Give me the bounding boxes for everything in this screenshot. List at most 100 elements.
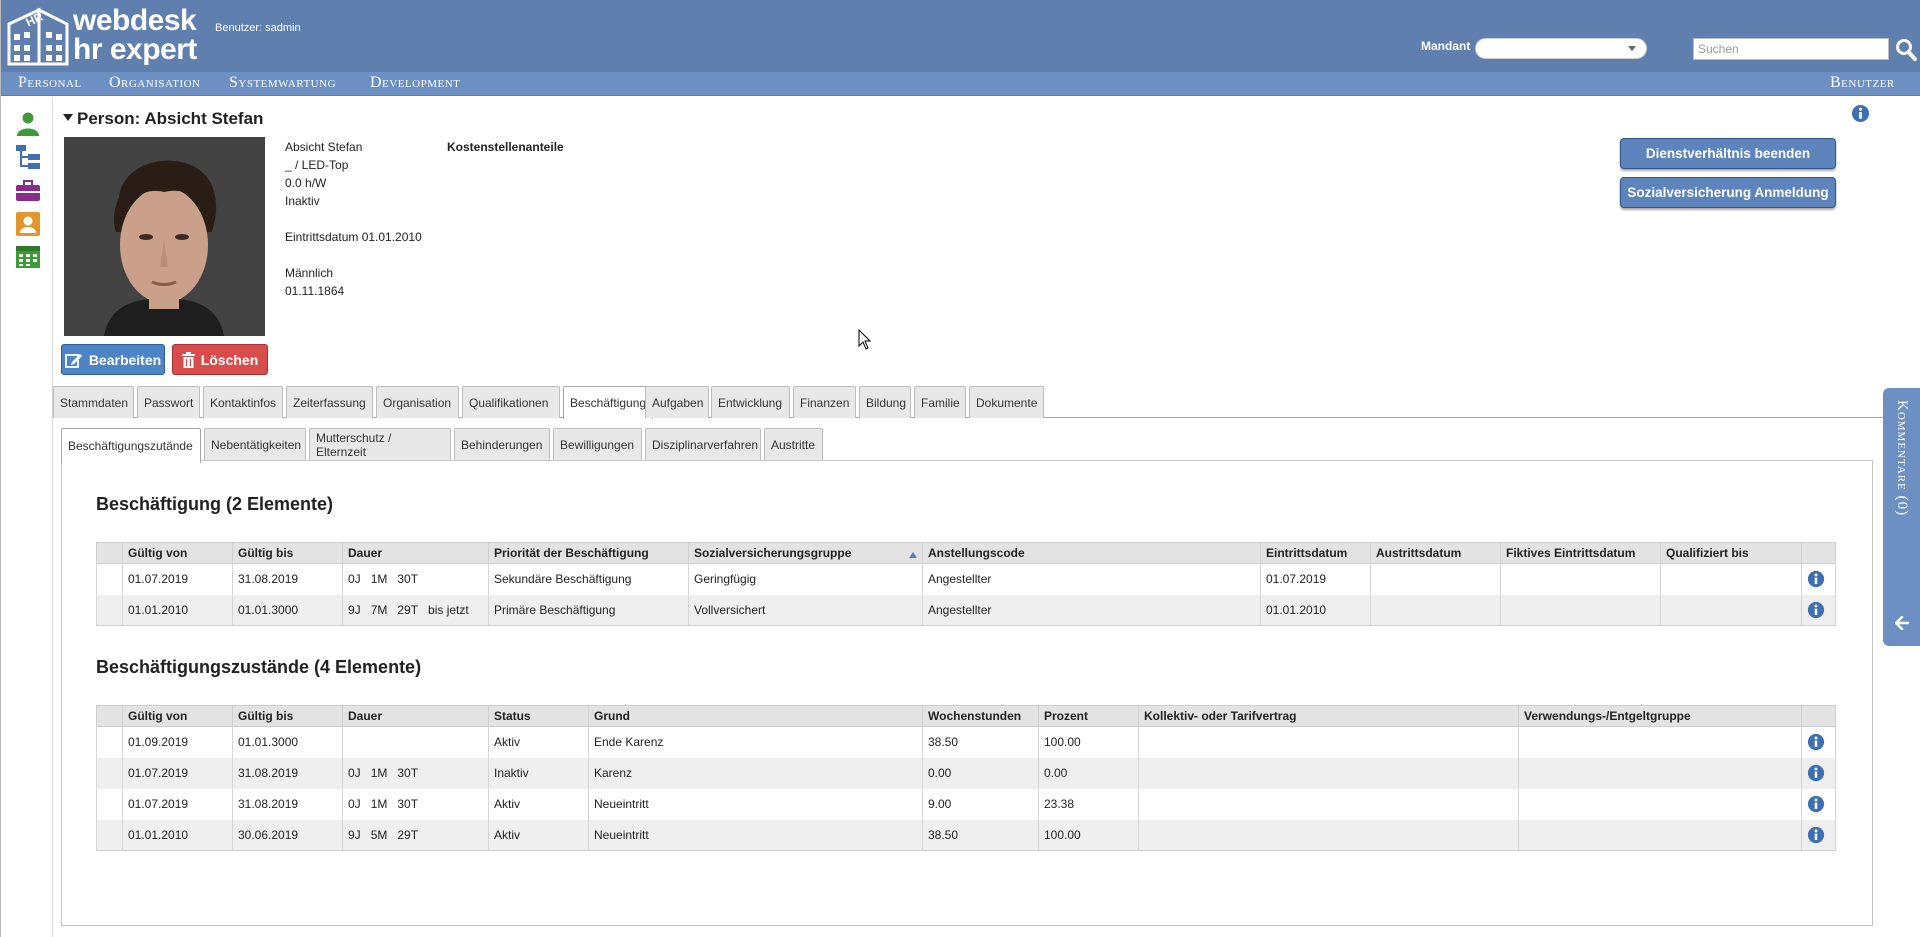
column-header[interactable]: Gültig bis bbox=[232, 705, 343, 727]
tab-passwort[interactable]: Passwort bbox=[137, 386, 200, 418]
column-header[interactable]: Anstellungscode bbox=[922, 542, 1261, 564]
nav-item-development[interactable]: Development bbox=[370, 74, 460, 92]
tab-stammdaten[interactable]: Stammdaten bbox=[53, 386, 134, 418]
employment-table: Gültig von Gültig bis Dauer Priorität de… bbox=[96, 542, 1836, 626]
page-title[interactable]: Person: Absicht Stefan bbox=[63, 109, 263, 129]
tab-organisation[interactable]: Organisation bbox=[376, 386, 459, 418]
tab-zeiterfassung[interactable]: Zeiterfassung bbox=[286, 386, 373, 418]
tab-familie[interactable]: Familie bbox=[914, 386, 966, 418]
column-header[interactable]: Priorität der Beschäftigung bbox=[488, 542, 689, 564]
subtab-disziplinarverfahren[interactable]: Disziplinarverfahren bbox=[645, 428, 761, 460]
column-header[interactable]: Gültig von bbox=[122, 705, 233, 727]
cell bbox=[1138, 757, 1519, 789]
brand-name[interactable]: webdesk hr expert bbox=[73, 6, 197, 65]
column-header-sorted[interactable]: Sozialversicherungsgruppe bbox=[688, 542, 923, 564]
column-header[interactable]: Wochenstunden bbox=[922, 705, 1039, 727]
social-insurance-button[interactable]: Sozialversicherung Anmeldung bbox=[1620, 177, 1836, 208]
column-header[interactable]: Gültig von bbox=[122, 542, 233, 564]
edit-button[interactable]: Bearbeiten bbox=[61, 344, 165, 375]
table-row[interactable]: 01.07.2019 31.08.2019 0J 1M 30T Sekundäre … bbox=[96, 563, 1836, 595]
table-header-row: Gültig von Gültig bis Dauer Status Grund… bbox=[96, 705, 1836, 727]
subtab-beschaeftigungszustaende[interactable]: Beschäftigungszutände bbox=[61, 428, 201, 463]
row-select-cell[interactable] bbox=[96, 819, 123, 851]
tab-qualifikationen[interactable]: Qualifikationen bbox=[462, 386, 560, 418]
mandant-select[interactable] bbox=[1475, 38, 1647, 59]
table-row[interactable]: 01.01.2010 30.06.2019 9J 5M 29T Aktiv Neue… bbox=[96, 819, 1836, 851]
table-row[interactable]: 01.07.2019 31.08.2019 0J 1M 30T Inaktiv Ka… bbox=[96, 757, 1836, 789]
info-icon[interactable] bbox=[1807, 570, 1825, 588]
subtab-bewilligungen[interactable]: Bewilligungen bbox=[553, 428, 642, 460]
duration-years: 0J bbox=[348, 766, 361, 780]
end-employment-button[interactable]: Dienstverhältnis beenden bbox=[1620, 138, 1836, 169]
column-header[interactable]: Dauer bbox=[342, 705, 489, 727]
tab-kontaktinfos[interactable]: Kontaktinfos bbox=[203, 386, 283, 418]
tab-aufgaben[interactable]: Aufgaben bbox=[645, 386, 709, 418]
cell bbox=[1518, 726, 1802, 758]
nav-item-organisation[interactable]: Organisation bbox=[109, 74, 201, 92]
row-action-cell bbox=[1801, 819, 1836, 851]
column-header[interactable]: Grund bbox=[588, 705, 923, 727]
table-row[interactable]: 01.09.2019 01.01.3000 Aktiv Ende Karenz … bbox=[96, 726, 1836, 758]
info-icon[interactable] bbox=[1807, 733, 1825, 751]
tab-entwicklung[interactable]: Entwicklung bbox=[711, 386, 790, 418]
cell: Neueintritt bbox=[588, 788, 923, 820]
subtab-nebentaetigkeiten[interactable]: Nebentätigkeiten bbox=[204, 428, 306, 460]
search-input[interactable] bbox=[1693, 38, 1889, 60]
column-header[interactable]: Status bbox=[488, 705, 589, 727]
person-position: _ / LED-Top bbox=[285, 158, 349, 172]
search-icon[interactable] bbox=[1895, 37, 1917, 61]
column-header[interactable]: Fiktives Eintrittsdatum bbox=[1500, 542, 1661, 564]
table-row[interactable]: 01.07.2019 31.08.2019 0J 1M 30T Aktiv Neue… bbox=[96, 788, 1836, 820]
subtab-austritte[interactable]: Austritte bbox=[764, 428, 823, 460]
row-select-cell[interactable] bbox=[96, 788, 123, 820]
comments-label: Kommentare (0) bbox=[1894, 400, 1910, 517]
comments-panel-toggle[interactable]: Kommentare (0) bbox=[1883, 388, 1920, 646]
nav-item-systemwartung[interactable]: Systemwartung bbox=[229, 74, 336, 92]
info-icon[interactable] bbox=[1807, 795, 1825, 813]
column-header[interactable]: Gültig bis bbox=[232, 542, 343, 564]
column-header[interactable]: Qualifiziert bis bbox=[1660, 542, 1802, 564]
delete-button[interactable]: Löschen bbox=[172, 344, 268, 375]
person-hours: 0.0 h/W bbox=[285, 176, 327, 190]
cell bbox=[1518, 819, 1802, 851]
person-icon[interactable] bbox=[15, 111, 41, 137]
select-column-header bbox=[96, 542, 123, 564]
row-select-cell[interactable] bbox=[96, 594, 123, 626]
nav-item-benutzer[interactable]: Benutzer bbox=[1830, 74, 1895, 92]
tab-bildung[interactable]: Bildung bbox=[859, 386, 911, 418]
org-tree-icon[interactable] bbox=[15, 144, 41, 170]
duration-months: 1M bbox=[370, 766, 388, 780]
row-select-cell[interactable] bbox=[96, 563, 123, 595]
cell: 100.00 bbox=[1038, 726, 1139, 758]
duration-days: 30T bbox=[397, 572, 419, 587]
column-header[interactable]: Austrittsdatum bbox=[1370, 542, 1501, 564]
subtab-behinderungen[interactable]: Behinderungen bbox=[454, 428, 550, 460]
cell bbox=[1500, 594, 1661, 626]
table-row[interactable]: 01.01.2010 01.01.3000 9J 7M 29T bis jetzt P… bbox=[96, 594, 1836, 626]
tab-dokumente[interactable]: Dokumente bbox=[969, 386, 1044, 418]
calendar-icon[interactable] bbox=[15, 243, 41, 269]
info-icon[interactable] bbox=[1807, 826, 1825, 844]
cell: 0.00 bbox=[922, 757, 1039, 789]
column-header[interactable]: Eintrittsdatum bbox=[1260, 542, 1371, 564]
info-icon[interactable] bbox=[1807, 764, 1825, 782]
webdesk-logo-icon[interactable]: HR bbox=[3, 2, 69, 70]
info-icon[interactable] bbox=[1851, 104, 1870, 123]
cell-duration: 9J 7M 29T bis jetzt bbox=[342, 594, 489, 626]
column-header[interactable]: Verwendungs-/Entgeltgruppe bbox=[1518, 705, 1802, 727]
column-header[interactable]: Kollektiv- oder Tarifvertrag bbox=[1138, 705, 1519, 727]
contact-card-icon[interactable] bbox=[15, 211, 41, 237]
tab-beschaeftigung[interactable]: Beschäftigung bbox=[563, 386, 653, 419]
subtab-mutterschutz[interactable]: Mutterschutz / Elternzeit bbox=[309, 428, 451, 460]
row-select-cell[interactable] bbox=[96, 757, 123, 789]
tab-finanzen[interactable]: Finanzen bbox=[793, 386, 856, 418]
info-icon[interactable] bbox=[1807, 601, 1825, 619]
column-header[interactable]: Dauer bbox=[342, 542, 489, 564]
briefcase-icon[interactable] bbox=[15, 178, 41, 204]
row-select-cell[interactable] bbox=[96, 726, 123, 758]
column-header[interactable]: Prozent bbox=[1038, 705, 1139, 727]
row-action-cell bbox=[1801, 757, 1836, 789]
collapse-triangle-icon[interactable] bbox=[63, 114, 73, 121]
current-user-info: Benutzer: sadmin bbox=[215, 22, 301, 34]
nav-item-personal[interactable]: Personal bbox=[18, 74, 82, 92]
